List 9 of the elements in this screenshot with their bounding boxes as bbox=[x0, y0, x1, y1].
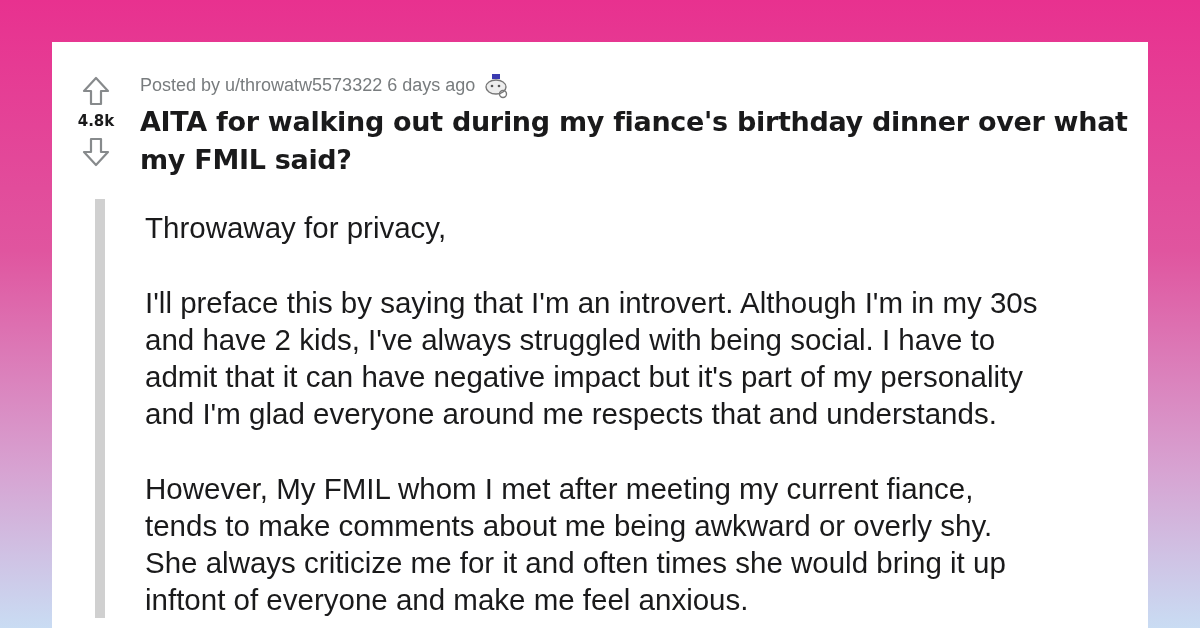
post-title[interactable]: AITA for walking out during my fiance's birthday dinner over what my FMIL said? bbox=[140, 103, 1148, 179]
post-meta: Posted by u/throwatw5573322 6 days ago bbox=[140, 74, 476, 97]
vote-count: 4.8k bbox=[77, 111, 115, 132]
downvote-icon[interactable] bbox=[82, 136, 110, 167]
paragraph: However, My FMIL whom I met after meeting my current fiance, tends to make comments about me being awkward or overly shy. She always criticize me for it and often times she would bring it up inftont of everyone and make me feel anxious. bbox=[145, 471, 1007, 618]
paragraph: I'll preface this by saying that I'm an introvert. Although I'm in my 30s and have 2 kids, I've always struggled with being social. I have to admit that it can have negative impact but it's part of my personality and I'm glad everyone around me respects that and understands. bbox=[145, 285, 1038, 432]
paragraph: Throwaway for privacy, bbox=[145, 210, 448, 246]
avatar-icon bbox=[483, 72, 510, 99]
upvote-icon[interactable] bbox=[82, 76, 110, 106]
